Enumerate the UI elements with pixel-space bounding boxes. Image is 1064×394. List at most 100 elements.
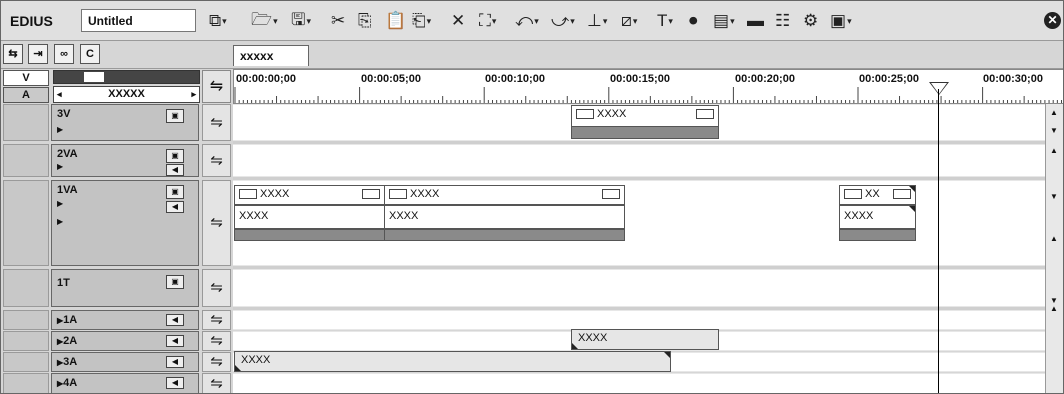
track-header[interactable]: 1VA ▶ ▶ ▣ ◀ <box>51 180 199 266</box>
redo-icon[interactable]: ⤻ ▾ <box>551 10 575 32</box>
track-number[interactable] <box>3 373 49 393</box>
mode-toggle-icon[interactable]: ⇆ <box>3 44 23 64</box>
sync-lock-icon[interactable]: ⇋ <box>202 310 231 330</box>
audio-channel-label[interactable]: A <box>3 87 49 103</box>
open-icon[interactable]: 🗁 ▾ <box>251 10 278 32</box>
mark-icon[interactable]: ⊥ ▾ <box>587 10 607 32</box>
preview-icon[interactable]: ▬ <box>747 10 764 32</box>
track-number[interactable] <box>3 144 49 177</box>
track-header[interactable]: 2VA ▶ ▣ ◀ <box>51 144 199 177</box>
track-number[interactable] <box>3 180 49 266</box>
video-clip[interactable]: XX <box>839 185 916 205</box>
track-select-dropdown[interactable]: ◂ XXXXX ▸ <box>53 86 200 103</box>
paste-icon[interactable]: 📋 <box>385 10 406 32</box>
clip-bar[interactable] <box>234 229 385 241</box>
track-area[interactable] <box>233 144 1045 177</box>
track-header[interactable]: ▶1A ◀ <box>51 310 199 330</box>
audio-toggle-icon[interactable]: ◀ <box>166 335 184 347</box>
audio-toggle-icon[interactable]: ◀ <box>166 377 184 389</box>
expand-icon[interactable]: ▶ <box>57 199 63 208</box>
sync-lock-icon[interactable]: ⇋ <box>202 373 231 393</box>
settings-icon[interactable]: ⚙ <box>803 10 818 32</box>
split-icon[interactable]: ⧄ ▾ <box>621 10 637 32</box>
sync-lock-icon[interactable]: ⇋ <box>202 269 231 307</box>
track-number[interactable] <box>3 352 49 372</box>
clip-bar[interactable] <box>384 229 625 241</box>
audio-toggle-icon[interactable]: ◀ <box>166 356 184 368</box>
mixer-icon[interactable]: ☷ <box>775 10 790 32</box>
track-area[interactable]: XXXX <box>233 104 1045 141</box>
vertical-scrollbar[interactable]: ▲ ▼ ▲ ▼ ▲ ▼ ▲ <box>1045 104 1063 393</box>
record-icon[interactable]: ⏺ <box>689 10 698 32</box>
delete-icon[interactable]: ✕ <box>451 10 465 32</box>
expand-icon[interactable]: ▶ <box>57 162 63 171</box>
insert-paste-icon[interactable]: ⎗ ▾ <box>412 10 431 32</box>
video-toggle-icon[interactable]: ▣ <box>166 149 184 163</box>
audio-toggle-icon[interactable]: ◀ <box>166 201 184 213</box>
save-icon[interactable]: 🖫 ▾ <box>291 10 311 32</box>
layout-icon[interactable]: ▣ ▾ <box>830 10 852 32</box>
scroll-up-icon[interactable]: ▲ <box>1050 234 1058 243</box>
track-header[interactable]: ▶4A ◀ <box>51 373 199 393</box>
sync-lock-icon[interactable]: ⇋ <box>202 352 231 372</box>
undo-icon[interactable]: ⤺ ▾ <box>515 10 539 32</box>
scroll-up-icon[interactable]: ▲ <box>1050 108 1058 117</box>
track-area[interactable] <box>233 373 1045 393</box>
tab-sequence[interactable]: xxxxx <box>233 45 309 66</box>
sync-lock-icon[interactable]: ⇋ <box>202 331 231 351</box>
track-number[interactable] <box>3 104 49 141</box>
track-header[interactable]: 1T ▣ <box>51 269 199 307</box>
scroll-down-icon[interactable]: ▼ <box>1050 126 1058 135</box>
track-header[interactable]: ▶2A ◀ <box>51 331 199 351</box>
sync-lock-all-icon[interactable]: ⇋ <box>202 70 231 103</box>
audio-toggle-icon[interactable]: ◀ <box>166 164 184 176</box>
scroll-down-icon[interactable]: ▼ <box>1050 192 1058 201</box>
copy-icon[interactable]: ⎘ <box>358 10 372 32</box>
cut-icon[interactable]: ✂ <box>331 10 345 32</box>
track-area[interactable]: XXXX <box>233 351 1045 372</box>
video-toggle-icon[interactable]: ▣ <box>166 109 184 123</box>
audio-clip[interactable]: XXXX <box>384 205 625 229</box>
video-channel-label[interactable]: V <box>3 70 49 86</box>
track-area[interactable] <box>233 310 1045 330</box>
video-toggle-icon[interactable]: ▣ <box>166 185 184 199</box>
video-toggle-icon[interactable]: ▣ <box>166 275 184 289</box>
snap-icon[interactable]: C <box>80 44 100 64</box>
track-area[interactable] <box>233 269 1045 307</box>
scroll-up-icon[interactable]: ▲ <box>1050 304 1058 313</box>
zoom-slider[interactable] <box>53 70 200 84</box>
track-header[interactable]: 3V ▶ ▣ <box>51 104 199 141</box>
ripple-delete-icon[interactable]: ⛶ ▾ <box>479 10 496 32</box>
expand-icon[interactable]: ▶ <box>57 217 63 226</box>
track-area[interactable]: XXXX <box>233 329 1045 351</box>
new-sequence-icon[interactable]: ⧉ ▾ <box>209 10 227 32</box>
ripple-mode-icon[interactable]: ⇥ <box>28 44 48 64</box>
track-header[interactable]: ▶3A ◀ <box>51 352 199 372</box>
scroll-up-icon[interactable]: ▲ <box>1050 146 1058 155</box>
project-name-field[interactable]: Untitled <box>81 9 196 32</box>
track-area[interactable]: XXXX XXXX XXXX XXXX XX XXXX <box>233 180 1045 266</box>
track-number[interactable] <box>3 269 49 307</box>
video-clip[interactable]: XXXX <box>571 105 719 139</box>
track-number[interactable] <box>3 310 49 330</box>
sync-lock-icon[interactable]: ⇋ <box>202 144 231 177</box>
title-icon[interactable]: T ▾ <box>657 10 673 32</box>
video-clip[interactable]: XXXX <box>234 185 385 205</box>
audio-clip[interactable]: XXXX <box>571 329 719 350</box>
zoom-slider-handle[interactable] <box>84 72 104 82</box>
render-icon[interactable]: ▤ ▾ <box>713 10 735 32</box>
link-icon[interactable]: ∞ <box>54 44 74 64</box>
video-clip[interactable]: XXXX <box>384 185 625 205</box>
close-icon[interactable]: ✕ <box>1044 12 1061 29</box>
audio-clip[interactable]: XXXX <box>234 351 671 372</box>
clip-bar[interactable] <box>839 229 916 241</box>
audio-clip[interactable]: XXXX <box>839 205 916 229</box>
audio-toggle-icon[interactable]: ◀ <box>166 314 184 326</box>
audio-clip[interactable]: XXXX <box>234 205 385 229</box>
sync-lock-icon[interactable]: ⇋ <box>202 104 231 141</box>
chevron-right-icon[interactable]: ▸ <box>191 87 196 102</box>
track-number[interactable] <box>3 331 49 351</box>
expand-icon[interactable]: ▶ <box>57 125 63 134</box>
playhead-line[interactable] <box>938 89 939 393</box>
chevron-left-icon[interactable]: ◂ <box>57 87 62 102</box>
